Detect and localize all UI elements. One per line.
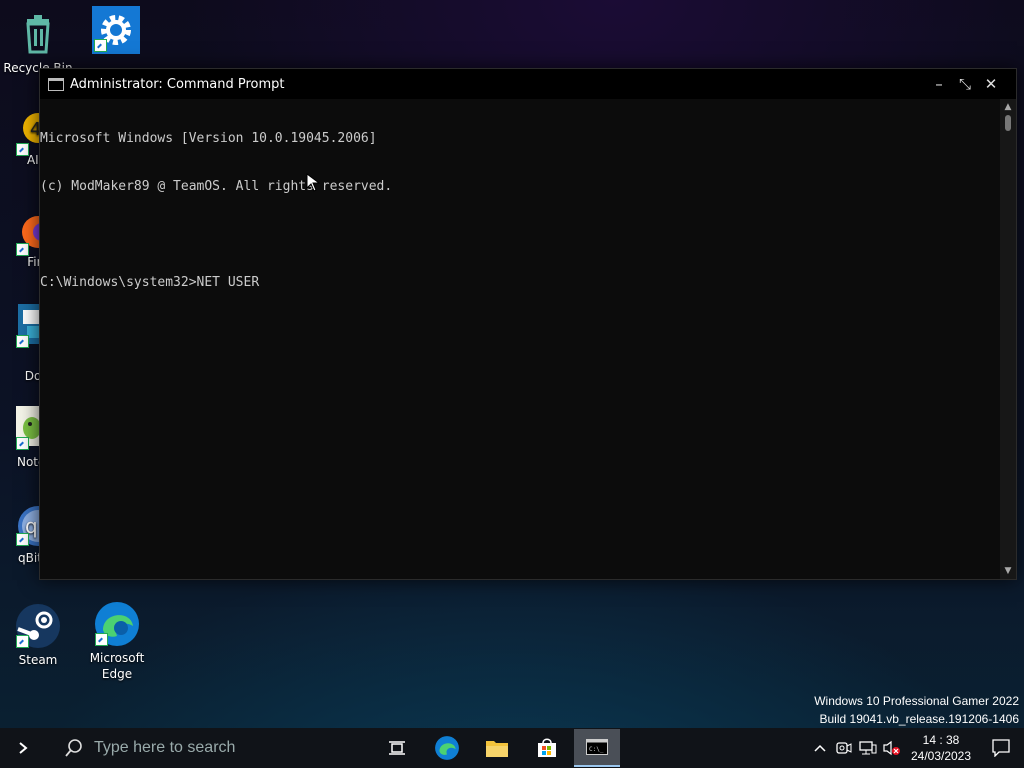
close-button[interactable]: ✕ [978, 69, 1004, 99]
watermark-line: Windows 10 Professional Gamer 2022 [814, 694, 1019, 708]
cmd-app-icon [48, 77, 64, 91]
aimp-icon: 4 [14, 110, 53, 158]
desktop-icon-teamos[interactable] [78, 6, 154, 56]
scroll-up-icon[interactable]: ▲ [1000, 99, 1016, 115]
minimize-button[interactable]: – [926, 69, 952, 99]
taskbar-app-store[interactable] [522, 728, 572, 768]
shortcut-arrow-icon [16, 533, 29, 546]
clock-date: 24/03/2023 [910, 749, 972, 763]
volume-muted-icon [883, 740, 900, 756]
notepadpp-icon [14, 404, 42, 452]
meet-now-button[interactable] [832, 728, 856, 768]
command-prompt-window[interactable]: Administrator: Command Prompt – ⤡ ✕ Micr… [39, 68, 1017, 580]
console-line: C:\Windows\system32>NET USER [40, 275, 260, 290]
show-hidden-icons-button[interactable] [808, 728, 832, 768]
chevron-right-icon [19, 742, 28, 754]
shortcut-arrow-icon [16, 635, 29, 648]
console-output[interactable]: Microsoft Windows [Version 10.0.19045.20… [40, 99, 1000, 579]
shortcut-arrow-icon [16, 335, 29, 348]
network-button[interactable] [856, 728, 880, 768]
camera-icon [836, 742, 852, 754]
task-view-button[interactable] [372, 728, 422, 768]
taskbar-app-command-prompt[interactable]: C:\_ [574, 729, 620, 767]
taskbar: Type here to search C:\_ 14 : 38 24/03/2… [0, 728, 1024, 768]
taskbar-clock[interactable]: 14 : 38 24/03/2023 [904, 732, 978, 764]
store-icon [538, 738, 556, 757]
qbittorrent-icon: q [14, 500, 58, 548]
scrollbar-thumb[interactable] [1005, 115, 1011, 131]
edge-icon [93, 600, 141, 648]
window-titlebar[interactable]: Administrator: Command Prompt – ⤡ ✕ [40, 69, 1016, 99]
mouse-cursor-icon [306, 173, 321, 192]
search-icon [65, 739, 82, 757]
shortcut-arrow-icon [94, 39, 107, 52]
chevron-up-icon [814, 744, 826, 752]
task-view-icon [389, 741, 405, 755]
system-tray: 14 : 38 24/03/2023 [808, 728, 1024, 768]
window-title: Administrator: Command Prompt [70, 76, 285, 92]
svg-text:C:\_: C:\_ [589, 746, 604, 753]
vertical-scrollbar[interactable]: ▲ ▼ [1000, 99, 1016, 579]
desktop-icon-label: Edge [101, 667, 133, 681]
download-manager-icon [14, 302, 42, 350]
taskbar-search-box[interactable]: Type here to search [46, 728, 346, 768]
gear-icon [92, 6, 140, 54]
shortcut-arrow-icon [16, 143, 29, 156]
firefox-icon [14, 210, 54, 258]
folder-icon [486, 741, 508, 757]
taskbar-app-file-explorer[interactable] [472, 728, 522, 768]
desktop-icon-label: Steam [18, 653, 58, 667]
desktop-icon-recycle-bin[interactable]: Recycle Bin [0, 10, 76, 76]
shortcut-arrow-icon [16, 437, 29, 450]
action-center-button[interactable] [978, 728, 1024, 768]
console-line: Microsoft Windows [Version 10.0.19045.20… [40, 131, 377, 146]
shortcut-arrow-icon [95, 633, 108, 646]
volume-button[interactable] [880, 728, 904, 768]
network-icon [859, 741, 877, 755]
edge-icon [435, 736, 459, 760]
watermark-line: Build 19041.vb_release.191206-1406 [819, 712, 1020, 726]
scroll-down-icon[interactable]: ▼ [1000, 563, 1016, 579]
notification-icon [992, 739, 1010, 757]
taskbar-app-edge[interactable] [422, 728, 472, 768]
console-line: (c) ModMaker89 @ TeamOS. All rights rese… [40, 179, 393, 194]
clock-time: 14 : 38 [922, 733, 960, 747]
desktop-icon-label: Microsoft [89, 651, 145, 665]
cmd-app-icon: C:\_ [586, 739, 608, 755]
desktop-icon-edge[interactable]: Microsoft Edge [79, 600, 155, 682]
start-button[interactable] [0, 728, 46, 768]
maximize-button[interactable]: ⤡ [952, 69, 978, 99]
shortcut-arrow-icon [16, 243, 29, 256]
recycle-bin-icon [14, 10, 62, 58]
steam-icon [14, 602, 62, 650]
search-placeholder: Type here to search [94, 739, 236, 756]
activation-watermark: Windows 10 Professional Gamer 2022 Build… [814, 692, 1019, 728]
desktop-icon-steam[interactable]: Steam [0, 602, 76, 668]
